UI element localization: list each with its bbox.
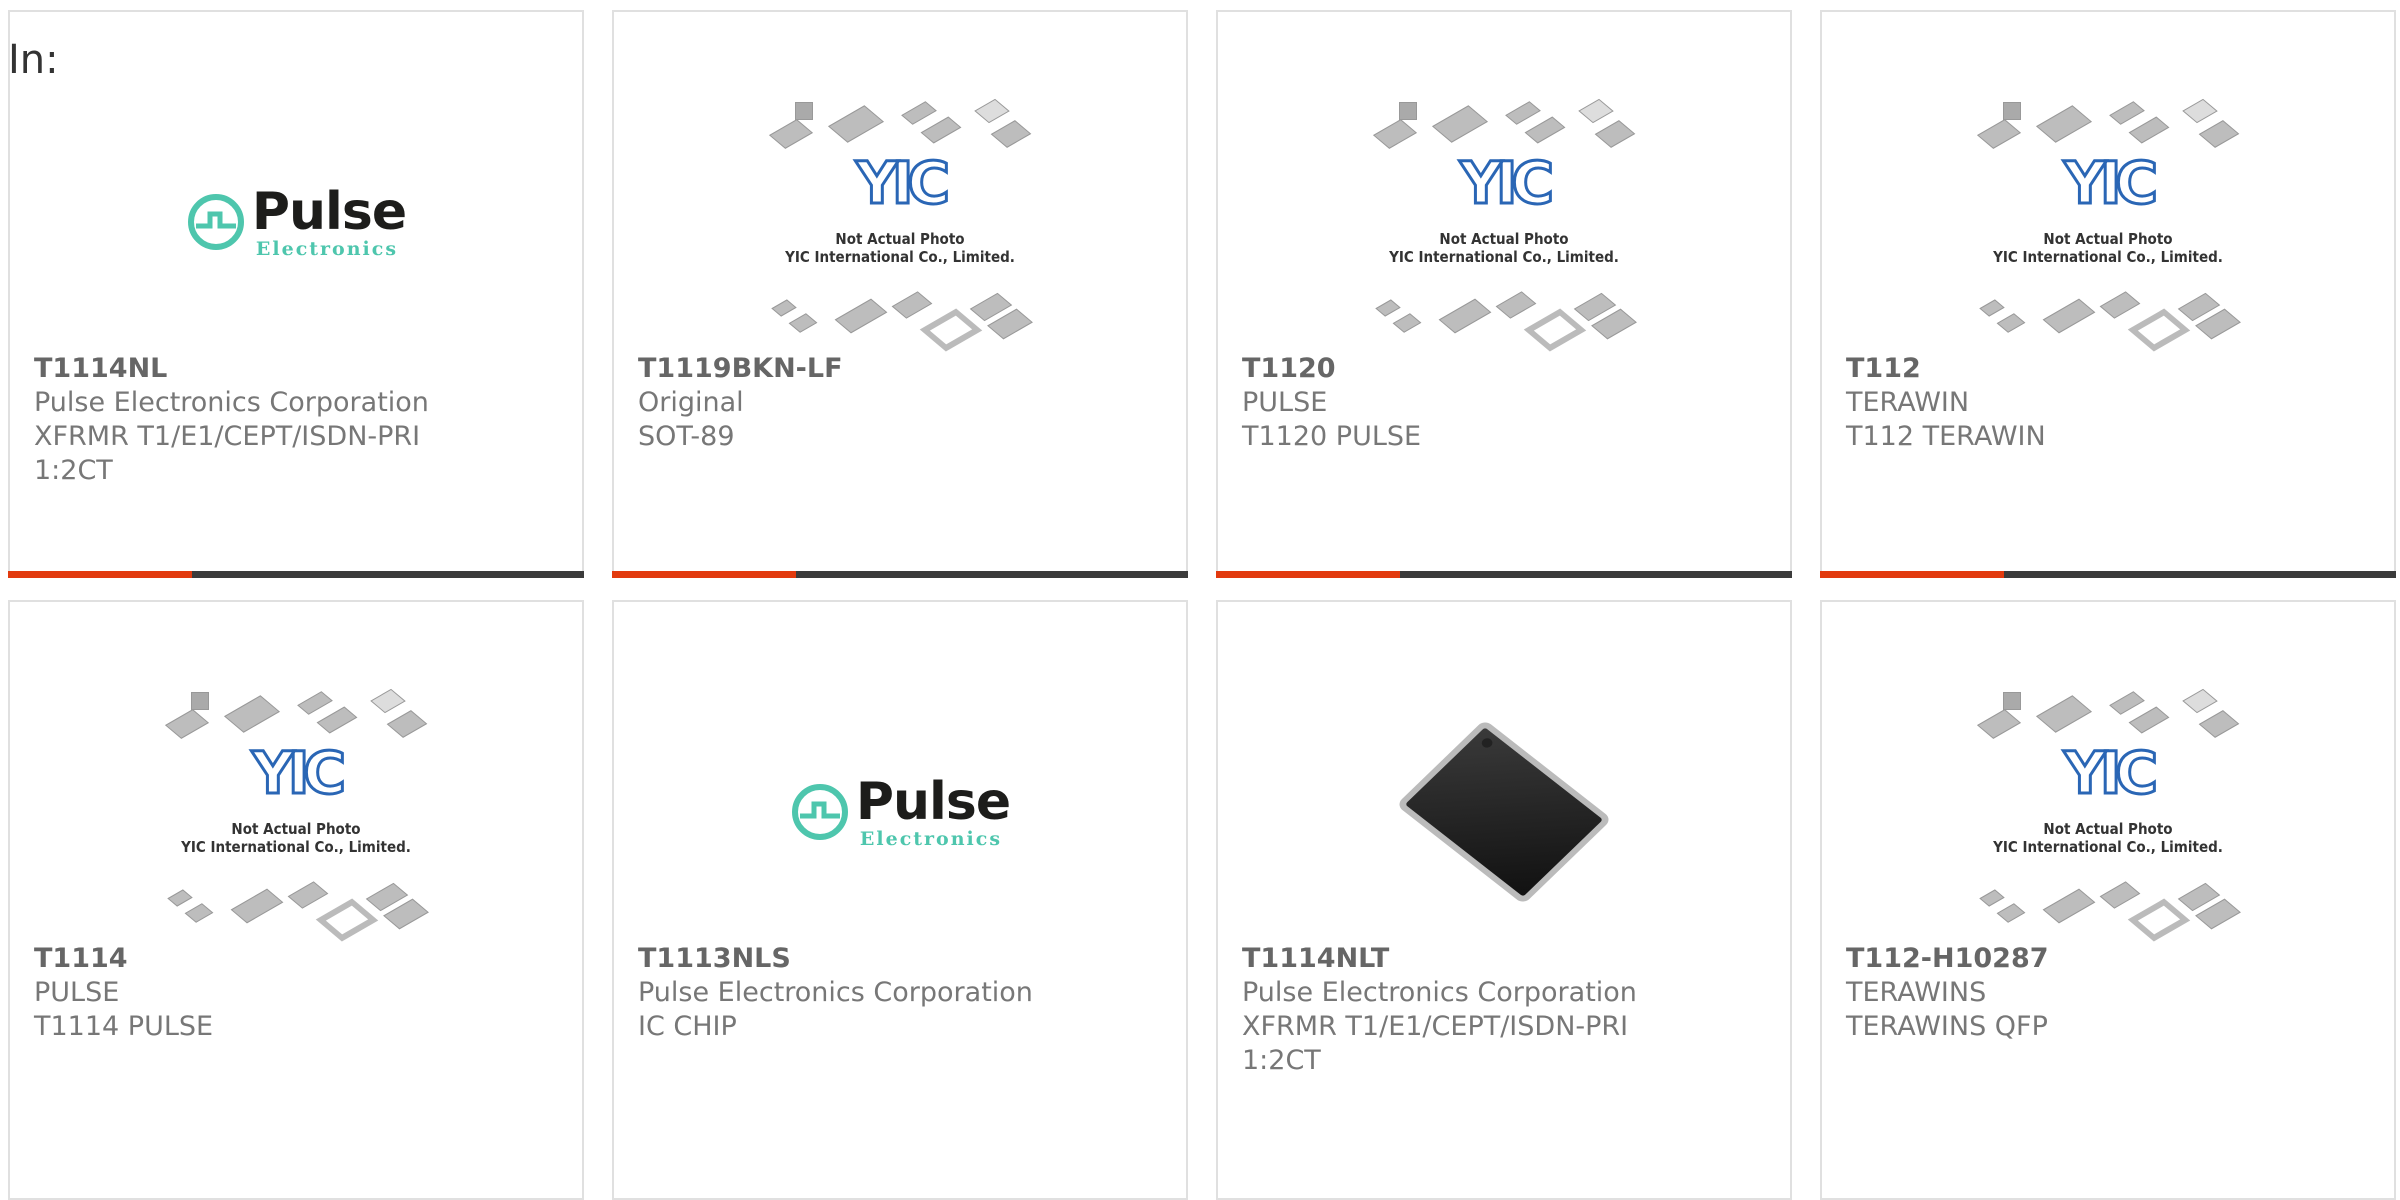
not-actual-photo-placeholder: YIC Not Actual Photo YIC International C… bbox=[161, 688, 431, 942]
product-manufacturer: Original bbox=[638, 387, 744, 418]
product-card[interactable]: Pulse Electronics T1114NL Pulse Electroni… bbox=[8, 10, 584, 578]
chip-illustrations-bottom bbox=[1973, 291, 2243, 352]
chip-illustrations-bottom bbox=[1973, 881, 2243, 942]
chip-illustrations-bottom bbox=[1369, 291, 1639, 352]
placeholder-caption: Not Actual Photo YIC International Co., … bbox=[785, 230, 1015, 266]
part-number[interactable]: T1114 bbox=[34, 942, 562, 976]
card-bottom-bar bbox=[1216, 571, 1792, 578]
part-number[interactable]: T112-H10287 bbox=[1846, 942, 2374, 976]
product-manufacturer: TERAWINS bbox=[1846, 977, 1987, 1008]
product-info: T1114 PULSE T1114 PULSE bbox=[34, 942, 562, 1044]
product-description: T112 TERAWIN bbox=[1846, 421, 2046, 452]
placeholder-caption: Not Actual Photo YIC International Co., … bbox=[1993, 820, 2223, 856]
product-image[interactable]: YIC Not Actual Photo YIC International C… bbox=[1822, 92, 2394, 352]
pulse-logo-word: Pulse bbox=[251, 181, 407, 242]
product-description: T1120 PULSE bbox=[1242, 421, 1422, 452]
product-description: TERAWINS QFP bbox=[1846, 1011, 2048, 1042]
product-info: T112 TERAWIN T112 TERAWIN bbox=[1846, 352, 2374, 454]
card-bottom-bar bbox=[612, 571, 1188, 578]
card-bar-accent bbox=[8, 571, 192, 578]
yic-logo: YIC bbox=[2062, 739, 2159, 807]
product-image[interactable]: YIC Not Actual Photo YIC International C… bbox=[1218, 92, 1790, 352]
chip-illustrations-bottom bbox=[765, 291, 1035, 352]
part-number[interactable]: T1113NLS bbox=[638, 942, 1166, 976]
placeholder-caption: Not Actual Photo YIC International Co., … bbox=[181, 820, 411, 856]
part-number[interactable]: T1114NLT bbox=[1242, 942, 1770, 976]
chip-illustrations-top bbox=[765, 98, 1035, 152]
product-description: XFRMR T1/E1/CEPT/ISDN-PRI bbox=[1242, 1011, 1629, 1042]
placeholder-caption: Not Actual Photo YIC International Co., … bbox=[1993, 230, 2223, 266]
product-manufacturer: Pulse Electronics Corporation bbox=[34, 387, 429, 418]
product-card[interactable]: YIC Not Actual Photo YIC International C… bbox=[1820, 600, 2396, 1200]
chip-illustrations-top bbox=[1973, 98, 2243, 152]
pulse-electronics-logo: Pulse Electronics bbox=[790, 771, 1011, 850]
product-manufacturer: Pulse Electronics Corporation bbox=[1242, 977, 1637, 1008]
card-bar-accent bbox=[612, 571, 796, 578]
not-actual-photo-placeholder: YIC Not Actual Photo YIC International C… bbox=[1973, 688, 2243, 942]
product-info: T1114NL Pulse Electronics Corporation XFRM… bbox=[34, 352, 562, 488]
pulse-logo-word: Pulse bbox=[855, 771, 1011, 832]
not-actual-photo-placeholder: YIC Not Actual Photo YIC International C… bbox=[1369, 98, 1639, 352]
product-card[interactable]: YIC Not Actual Photo YIC International C… bbox=[8, 600, 584, 1200]
product-manufacturer: Pulse Electronics Corporation bbox=[638, 977, 1033, 1008]
product-image[interactable] bbox=[1218, 682, 1790, 942]
product-description-extra: 1:2CT bbox=[34, 455, 113, 486]
product-info: T1113NLS Pulse Electronics Corporation IC … bbox=[638, 942, 1166, 1044]
product-description: SOT-89 bbox=[638, 421, 735, 452]
product-info: T1114NLT Pulse Electronics Corporation XFR… bbox=[1242, 942, 1770, 1078]
chip-illustrations-top bbox=[1973, 688, 2243, 742]
product-manufacturer: PULSE bbox=[34, 977, 120, 1008]
product-card[interactable]: T1114NLT Pulse Electronics Corporation XFR… bbox=[1216, 600, 1792, 1200]
placeholder-caption: Not Actual Photo YIC International Co., … bbox=[1389, 230, 1619, 266]
card-bottom-bar bbox=[8, 571, 584, 578]
product-card[interactable]: YIC Not Actual Photo YIC International C… bbox=[1216, 10, 1792, 578]
product-image[interactable]: Pulse Electronics bbox=[614, 682, 1186, 942]
part-number[interactable]: T1114NL bbox=[34, 352, 562, 386]
product-image[interactable]: Pulse Electronics bbox=[10, 92, 582, 352]
product-manufacturer: TERAWIN bbox=[1846, 387, 1970, 418]
product-description-extra: 1:2CT bbox=[1242, 1045, 1321, 1076]
product-description: IC CHIP bbox=[638, 1011, 737, 1042]
product-card[interactable]: Pulse Electronics T1113NLS Pulse Electron… bbox=[612, 600, 1188, 1200]
pulse-logo-icon bbox=[187, 194, 244, 250]
card-bar-accent bbox=[1216, 571, 1400, 578]
product-description: T1114 PULSE bbox=[34, 1011, 214, 1042]
card-bottom-bar bbox=[1820, 571, 2396, 578]
pulse-logo-sub: Electronics bbox=[859, 827, 1003, 850]
pulse-electronics-logo: Pulse Electronics bbox=[186, 181, 407, 260]
product-card[interactable]: YIC Not Actual Photo YIC International C… bbox=[612, 10, 1188, 578]
filter-label: In: bbox=[8, 37, 59, 83]
product-info: T112-H10287 TERAWINS TERAWINS QFP bbox=[1846, 942, 2374, 1044]
product-image[interactable]: YIC Not Actual Photo YIC International C… bbox=[10, 682, 582, 942]
product-image[interactable]: YIC Not Actual Photo YIC International C… bbox=[614, 92, 1186, 352]
chip-illustrations-top bbox=[1369, 98, 1639, 152]
ic-chip-photo bbox=[1399, 717, 1609, 907]
not-actual-photo-placeholder: YIC Not Actual Photo YIC International C… bbox=[1973, 98, 2243, 352]
product-info: T1119BKN-LF Original SOT-89 bbox=[638, 352, 1166, 454]
product-description: XFRMR T1/E1/CEPT/ISDN-PRI bbox=[34, 421, 421, 452]
part-number[interactable]: T1120 bbox=[1242, 352, 1770, 386]
yic-logo: YIC bbox=[854, 149, 951, 217]
part-number[interactable]: T112 bbox=[1846, 352, 2374, 386]
card-bar-accent bbox=[1820, 571, 2004, 578]
product-info: T1120 PULSE T1120 PULSE bbox=[1242, 352, 1770, 454]
yic-logo: YIC bbox=[250, 739, 347, 807]
pulse-logo-sub: Electronics bbox=[255, 237, 399, 260]
part-number[interactable]: T1119BKN-LF bbox=[638, 352, 1166, 386]
chip-illustrations-top bbox=[161, 688, 431, 742]
product-image[interactable]: YIC Not Actual Photo YIC International C… bbox=[1822, 682, 2394, 942]
chip-illustrations-bottom bbox=[161, 881, 431, 942]
pulse-logo-icon bbox=[791, 784, 848, 840]
yic-logo: YIC bbox=[2062, 149, 2159, 217]
yic-logo: YIC bbox=[1458, 149, 1555, 217]
product-manufacturer: PULSE bbox=[1242, 387, 1328, 418]
not-actual-photo-placeholder: YIC Not Actual Photo YIC International C… bbox=[765, 98, 1035, 352]
product-card[interactable]: YIC Not Actual Photo YIC International C… bbox=[1820, 10, 2396, 578]
